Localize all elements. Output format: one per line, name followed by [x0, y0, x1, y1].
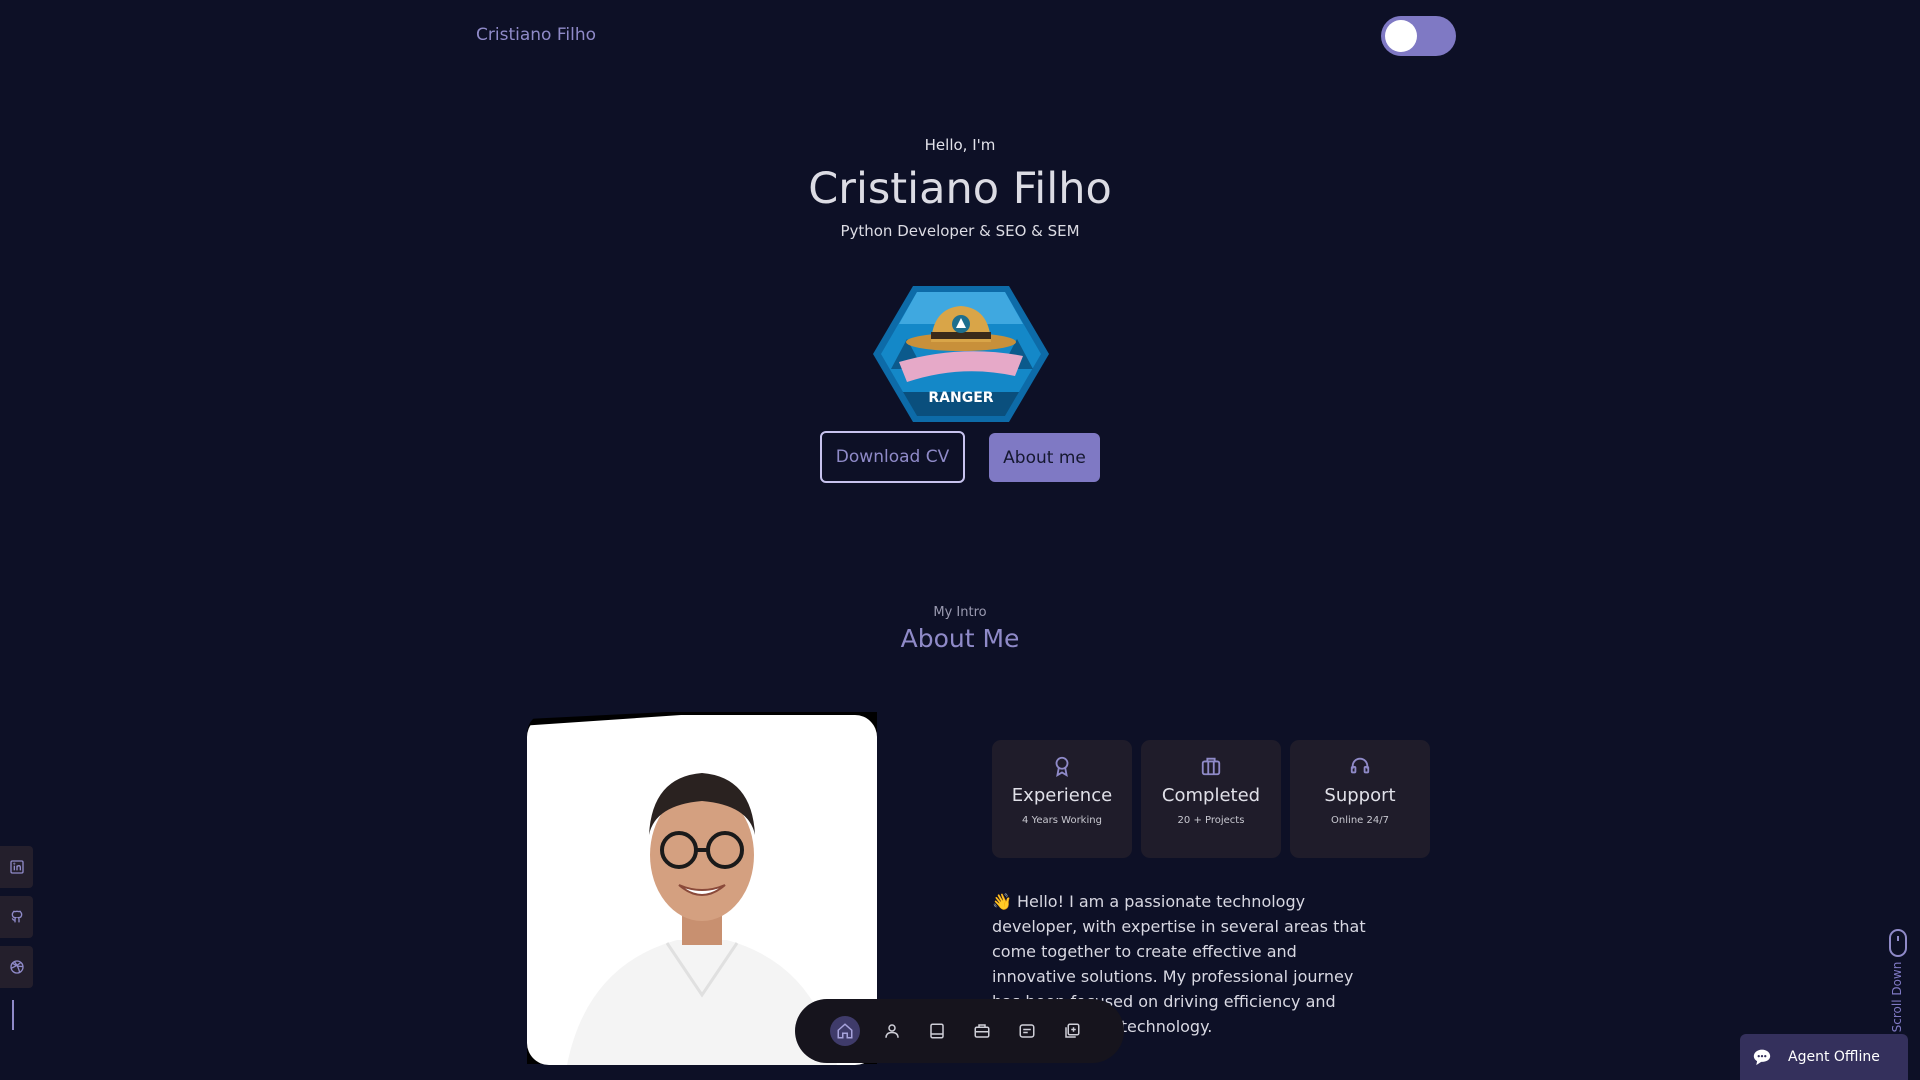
card-support: Support Online 24/7 — [1290, 740, 1430, 858]
nav-services[interactable] — [969, 1018, 995, 1044]
gallery-icon — [1065, 1023, 1080, 1038]
social-divider — [12, 1000, 14, 1030]
user-icon — [885, 1024, 899, 1038]
github-icon — [11, 910, 22, 923]
theme-toggle-knob — [1385, 20, 1417, 52]
badge-label: RANGER — [928, 390, 993, 406]
card-completed: Completed 20 + Projects — [1141, 740, 1281, 858]
card-title: Experience — [1011, 785, 1113, 806]
social-links — [0, 846, 33, 988]
headset-icon — [1350, 757, 1370, 774]
message-icon — [1019, 1024, 1035, 1038]
card-subtitle: Online 24/7 — [1331, 815, 1389, 826]
dribbble-link[interactable] — [0, 946, 33, 988]
github-link[interactable] — [0, 896, 33, 938]
info-cards: Experience 4 Years Working Completed 20 … — [992, 740, 1430, 858]
card-experience: Experience 4 Years Working — [992, 740, 1132, 858]
card-title: Completed — [1161, 785, 1261, 806]
download-cv-button[interactable]: Download CV — [820, 431, 965, 483]
theme-toggle[interactable] — [1381, 16, 1456, 56]
nav-about[interactable] — [879, 1018, 905, 1044]
book-icon — [930, 1023, 944, 1039]
award-icon — [1055, 756, 1069, 777]
brand-logo-link[interactable]: Cristiano Filho — [476, 25, 596, 45]
briefcase-icon — [1201, 757, 1221, 776]
briefcase-icon — [974, 1024, 990, 1038]
hero-greeting: Hello, I'm — [924, 136, 996, 154]
nav-home[interactable] — [830, 1016, 860, 1046]
chat-widget[interactable]: Agent Offline — [1740, 1034, 1908, 1080]
card-title: Support — [1324, 785, 1396, 806]
card-subtitle: 4 Years Working — [1022, 815, 1102, 826]
section-title: About Me — [900, 624, 1020, 653]
section-subtitle: My Intro — [933, 605, 987, 620]
hero-role: Python Developer & SEO & SEM — [840, 222, 1080, 240]
linkedin-icon — [9, 860, 24, 874]
ranger-badge: RANGER — [873, 286, 1049, 422]
nav-portfolio[interactable] — [1014, 1018, 1040, 1044]
card-subtitle: 20 + Projects — [1177, 815, 1245, 826]
page: Cristiano Filho Hello, I'm Cristiano Fil… — [0, 0, 1920, 1080]
nav-contact[interactable] — [1059, 1018, 1085, 1044]
about-me-button[interactable]: About me — [989, 433, 1100, 482]
hero-name: Cristiano Filho — [808, 164, 1112, 214]
chat-status-label: Agent Offline — [1788, 1049, 1880, 1065]
nav-skills[interactable] — [924, 1018, 950, 1044]
linkedin-link[interactable] — [0, 846, 33, 888]
bottom-nav — [795, 999, 1124, 1063]
dribbble-icon — [9, 960, 24, 974]
home-icon — [837, 1023, 853, 1039]
chat-bubble-icon — [1753, 1049, 1771, 1066]
scroll-down-link[interactable]: Scroll Down — [1890, 952, 1904, 1042]
